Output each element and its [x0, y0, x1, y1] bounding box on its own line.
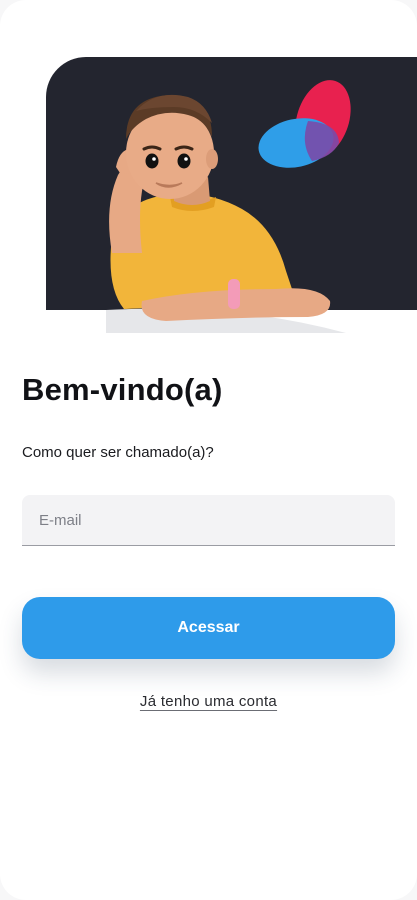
brand-logo-icon: [258, 80, 351, 168]
welcome-screen: Bem-vindo(a) Como quer ser chamado(a)? A…: [0, 0, 417, 900]
name-prompt-label: Como quer ser chamado(a)?: [22, 444, 214, 461]
hero-banner: [46, 57, 417, 333]
login-link-container: Já tenho uma conta: [0, 693, 417, 710]
page-title: Bem-vindo(a): [22, 372, 223, 407]
email-field-container: [22, 495, 395, 546]
hero-illustration: [106, 80, 351, 333]
existing-account-link[interactable]: Já tenho uma conta: [140, 693, 277, 710]
access-button[interactable]: Acessar: [22, 597, 395, 659]
email-input[interactable]: [22, 495, 395, 545]
